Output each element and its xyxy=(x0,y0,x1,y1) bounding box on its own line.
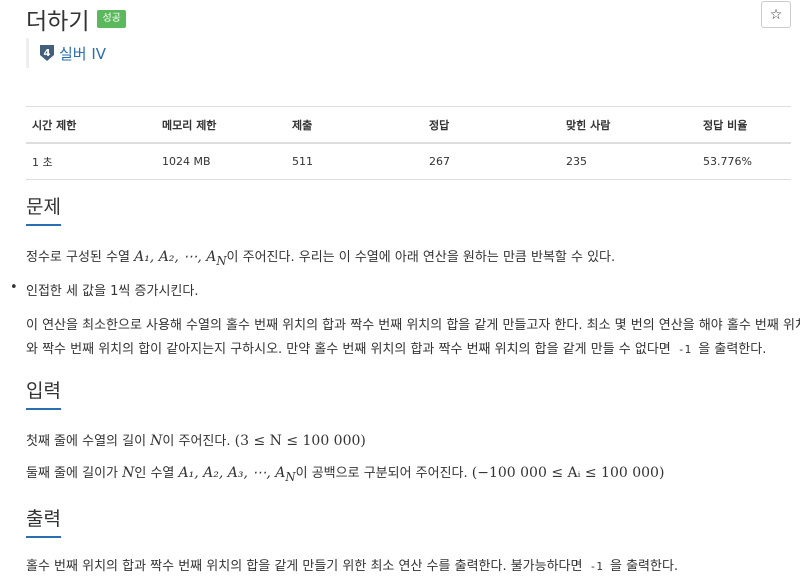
operation-bullet-item: 인접한 세 값을 1씩 증가시킨다. xyxy=(26,284,199,299)
body-line2-text: 와 짝수 번째 위치의 합이 같아지는지 구하시오. 만약 홀수 번째 위치의 … xyxy=(26,342,675,357)
cell-correct[interactable]: 267 xyxy=(423,143,560,180)
body-line2-after: 을 출력한다. xyxy=(694,342,767,357)
input-math-n: N xyxy=(150,433,163,449)
status-badge: 성공 xyxy=(97,10,126,28)
input-math-n2: N xyxy=(122,465,135,481)
header-submissions: 제출 xyxy=(286,106,423,144)
inline-code: -1 xyxy=(589,560,603,573)
input-line2: 둘째 줄에 길이가 N인 수열 A₁, A₂, A₃, ⋯, AN이 공백으로 … xyxy=(26,462,664,484)
section-input-heading: 입력 xyxy=(26,376,61,410)
input-line1-text: 첫째 줄에 수열의 길이 xyxy=(26,434,151,449)
heading-underline xyxy=(26,408,61,410)
problem-info-table: 시간 제한 메모리 제한 제출 정답 맞힌 사람 정답 비율 1 초 1024 … xyxy=(26,106,791,180)
favorite-button[interactable]: ☆ xyxy=(761,1,791,28)
output-text-after: 을 출력한다. xyxy=(605,559,679,574)
cell-solvers[interactable]: 235 xyxy=(560,143,697,180)
table-row: 1 초 1024 MB 511 267 235 53.776% xyxy=(26,143,791,180)
problem-header: 더하기 성공 xyxy=(26,2,126,36)
inline-code: -1 xyxy=(677,343,692,356)
input-line2-range: (−100 000 ≤ Aᵢ ≤ 100 000) xyxy=(471,465,665,481)
section-problem-title: 문제 xyxy=(26,196,61,218)
output-line: 홀수 번째 위치의 합과 짝수 번째 위치의 합을 같게 만들기 위한 최소 연… xyxy=(26,555,678,574)
header-solvers: 맞힌 사람 xyxy=(560,106,697,144)
header-memory-limit: 메모리 제한 xyxy=(156,106,286,144)
cell-time-limit: 1 초 xyxy=(26,143,156,180)
input-line1-range: (3 ≤ N ≤ 100 000) xyxy=(234,433,366,449)
cell-memory-limit: 1024 MB xyxy=(156,143,286,180)
heading-underline xyxy=(26,536,61,538)
table-header-row: 시간 제한 메모리 제한 제출 정답 맞힌 사람 정답 비율 xyxy=(26,106,791,144)
heading-underline xyxy=(26,224,61,226)
section-output-title: 출력 xyxy=(26,508,61,530)
cell-submissions[interactable]: 511 xyxy=(286,143,423,180)
header-time-limit: 시간 제한 xyxy=(26,106,156,144)
input-line2-text: 둘째 줄에 길이가 xyxy=(26,466,123,481)
bullet-dot: • xyxy=(10,280,18,295)
tier-number: 4 xyxy=(44,48,51,59)
output-text: 홀수 번째 위치의 합과 짝수 번째 위치의 합을 같게 만들기 위한 최소 연… xyxy=(26,559,587,574)
tier-shield-icon: 4 xyxy=(39,44,55,62)
input-line1: 첫째 줄에 수열의 길이 N이 주어진다. (3 ≤ N ≤ 100 000) xyxy=(26,430,366,449)
section-output-heading: 출력 xyxy=(26,504,61,538)
problem-intro: 정수로 구성된 수열 A₁, A₂, ⋯, AN이 주어진다. 우리는 이 수열… xyxy=(26,246,615,268)
intro-text: 정수로 구성된 수열 xyxy=(26,250,135,265)
problem-title: 더하기 xyxy=(26,9,90,35)
cell-ratio: 53.776% xyxy=(697,143,791,180)
section-problem-heading: 문제 xyxy=(26,192,61,226)
problem-body-line2: 와 짝수 번째 위치의 합이 같아지는지 구하시오. 만약 홀수 번째 위치의 … xyxy=(26,338,766,357)
header-ratio: 정답 비율 xyxy=(697,106,791,144)
intro-text-after: 이 주어진다. 우리는 이 수열에 아래 연산을 원하는 만큼 반복할 수 있다… xyxy=(226,250,616,265)
header-correct: 정답 xyxy=(423,106,560,144)
section-input-title: 입력 xyxy=(26,380,61,402)
star-icon: ☆ xyxy=(769,6,783,23)
tier-box: 4 실버 IV xyxy=(26,38,106,68)
input-line2-after: 이 공백으로 구분되어 주어진다. xyxy=(295,466,472,481)
input-line2-mid: 인 수열 xyxy=(134,466,179,481)
tier-label[interactable]: 실버 IV xyxy=(59,43,106,64)
intro-math: A₁, A₂, ⋯, AN xyxy=(134,249,227,268)
problem-body-line1: 이 연산을 최소한으로 사용해 수열의 홀수 번째 위치의 합과 짝수 번째 위… xyxy=(26,318,800,333)
input-line2-seq: A₁, A₂, A₃, ⋯, AN xyxy=(178,465,296,484)
input-line1-mid: 이 주어진다. xyxy=(162,434,235,449)
